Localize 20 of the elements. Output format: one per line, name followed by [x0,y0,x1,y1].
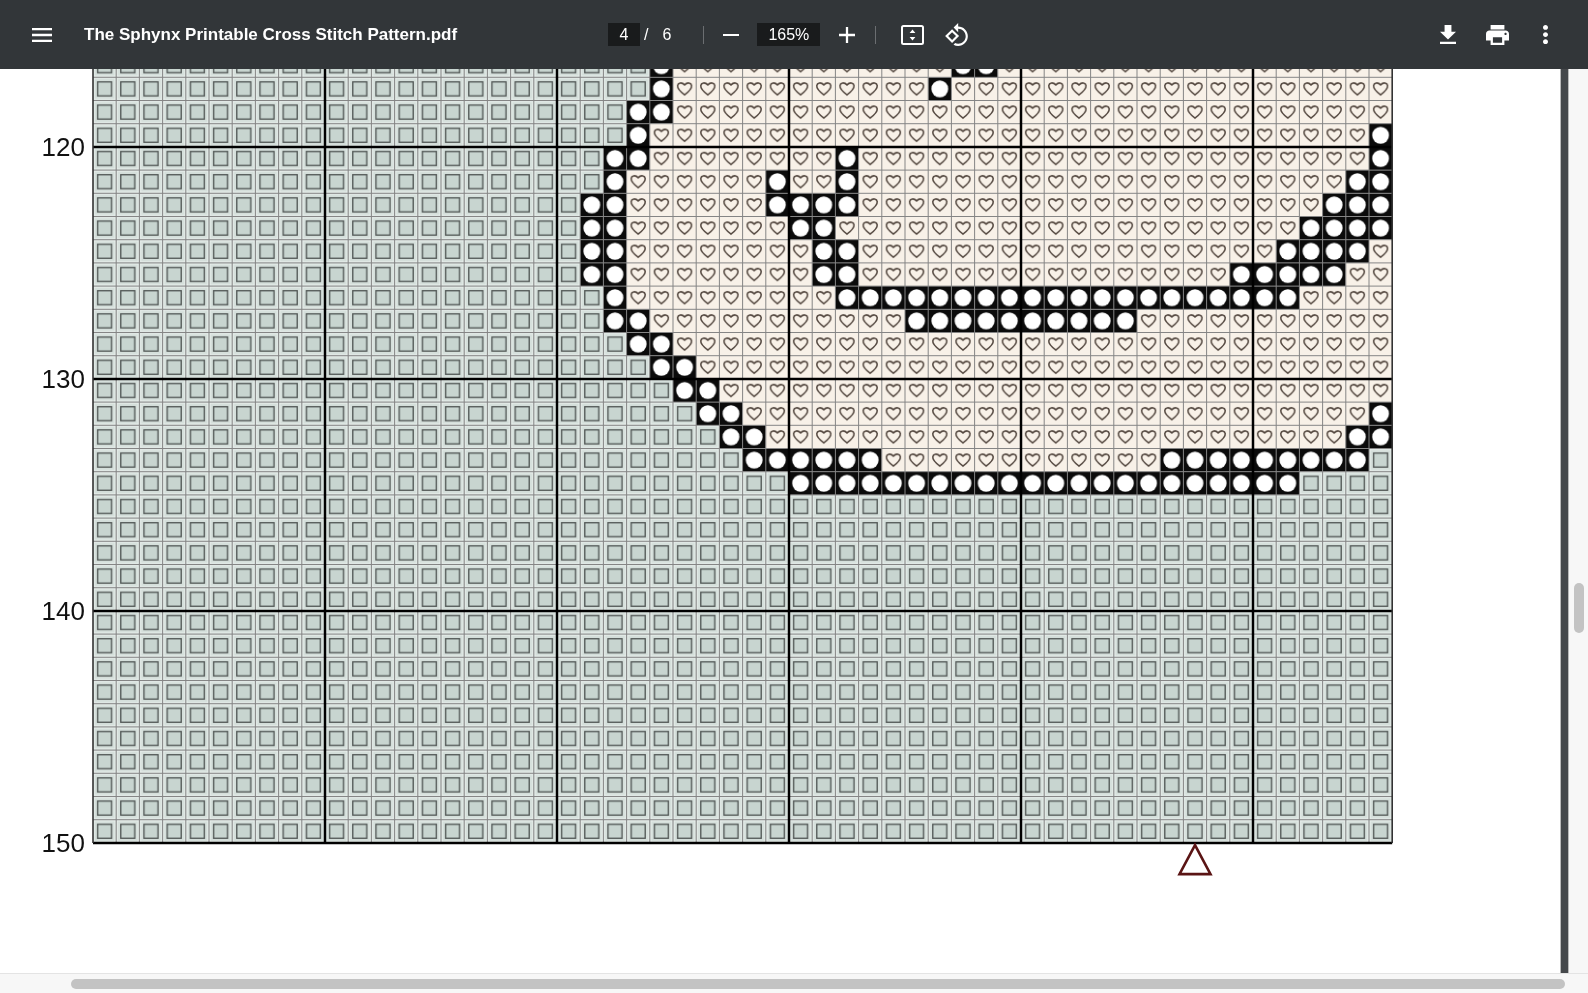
zoom-field[interactable]: 165% [757,23,821,46]
zoom-out-icon[interactable] [723,33,740,36]
page-number-field[interactable]: 4 [608,23,640,46]
page-separator: / [644,25,649,44]
row-number: 130 [41,363,85,394]
row-number: 150 [41,827,85,858]
fit-page-icon[interactable] [901,24,925,45]
row-number: 140 [41,595,85,626]
row-number: 120 [41,131,85,162]
download-icon[interactable] [1440,25,1456,44]
document-title: The Sphynx Printable Cross Stitch Pattern.pdf [84,24,458,45]
zoom-in-icon[interactable] [839,26,856,43]
rotate-icon[interactable] [945,23,969,46]
page-count: 6 [662,25,672,44]
scrollbar-thumb[interactable] [1574,583,1584,633]
print-icon[interactable] [1486,24,1509,45]
triangle-icon [1177,842,1213,876]
menu-icon[interactable] [32,27,52,42]
scrollbar-thumb[interactable] [71,978,1565,989]
more-options-icon[interactable] [1543,25,1548,44]
